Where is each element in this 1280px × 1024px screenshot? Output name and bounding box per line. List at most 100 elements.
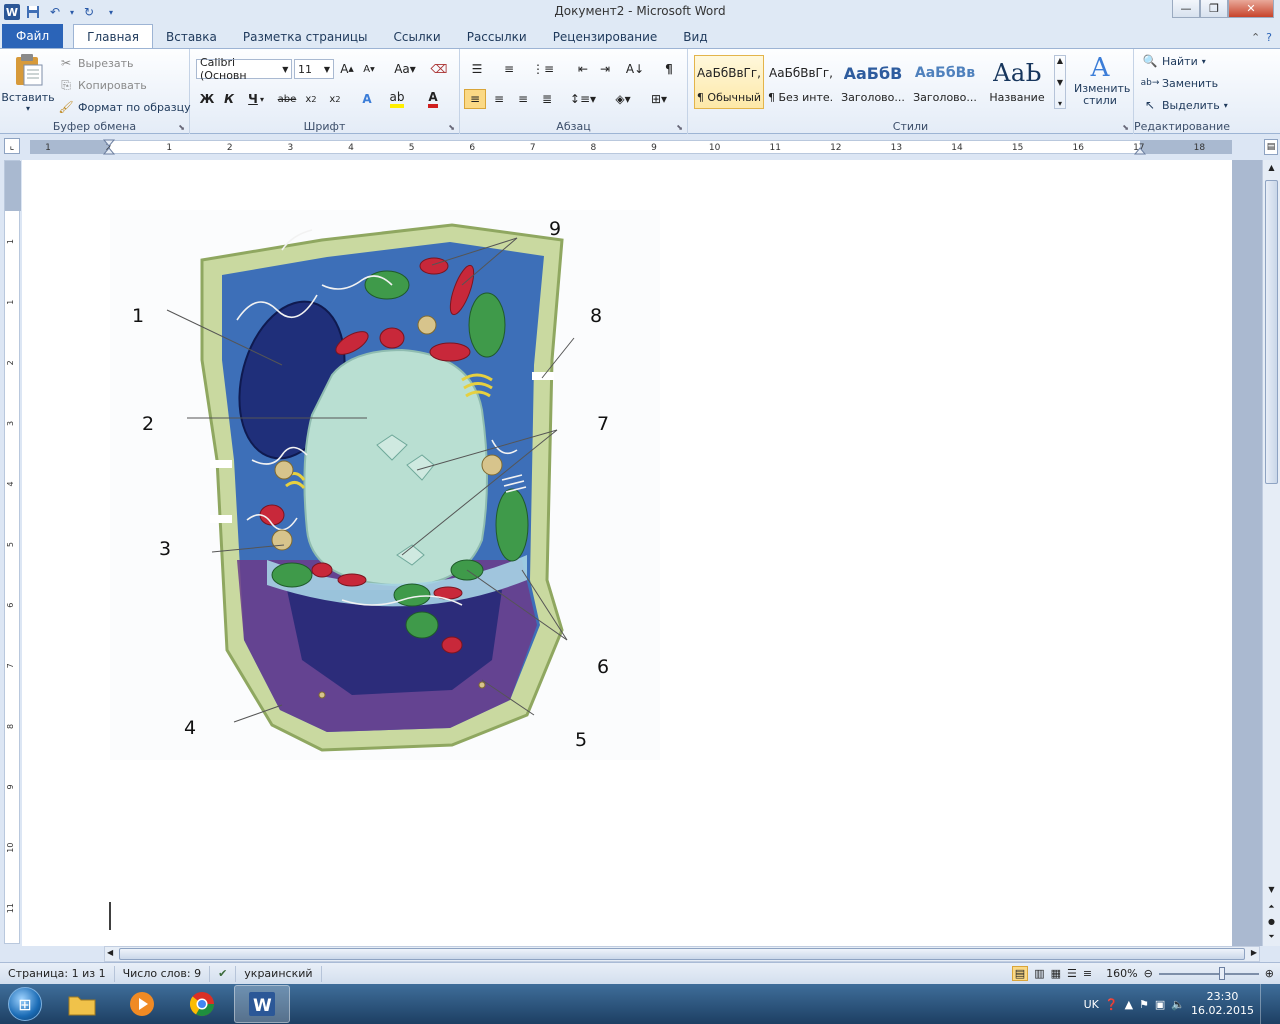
sort-icon[interactable]: A↓ bbox=[624, 59, 646, 79]
line-spacing-icon[interactable]: ↕≡▾ bbox=[568, 89, 598, 109]
tab-insert[interactable]: Вставка bbox=[153, 26, 230, 48]
page-count[interactable]: Страница: 1 из 1 bbox=[0, 965, 115, 982]
full-screen-reading-icon[interactable]: ▥ bbox=[1034, 967, 1044, 980]
scroll-thumb[interactable] bbox=[1265, 180, 1278, 484]
dialog-launcher-icon[interactable]: ⬊ bbox=[448, 123, 455, 132]
proofing-status[interactable]: ✔ bbox=[210, 965, 237, 982]
increase-indent-icon[interactable]: ⇥ bbox=[594, 59, 616, 79]
taskbar-chrome[interactable] bbox=[174, 985, 230, 1023]
text-effects-icon[interactable]: A bbox=[356, 89, 378, 109]
scroll-up-icon[interactable]: ▲ bbox=[1263, 160, 1280, 176]
word-count[interactable]: Число слов: 9 bbox=[115, 965, 211, 982]
undo-icon[interactable]: ↶ bbox=[46, 3, 64, 21]
tab-references[interactable]: Ссылки bbox=[381, 26, 454, 48]
tab-file[interactable]: Файл bbox=[2, 24, 64, 48]
scroll-right-icon[interactable]: ▶ bbox=[1251, 948, 1257, 957]
horizontal-ruler[interactable]: ⌞ 12123456789101112131415161718 ▤ bbox=[0, 135, 1280, 158]
superscript-button[interactable]: x2 bbox=[324, 89, 346, 109]
change-styles-button[interactable]: A Изменить стили bbox=[1070, 53, 1130, 107]
style-heading-1[interactable]: АаБбВ Заголово... bbox=[838, 55, 908, 109]
tab-view[interactable]: Вид bbox=[670, 26, 720, 48]
zoom-out-icon[interactable]: ⊖ bbox=[1144, 967, 1153, 980]
action-center-icon[interactable]: ⚑ bbox=[1139, 998, 1149, 1011]
style-heading-2[interactable]: АаБбВв Заголово... bbox=[910, 55, 980, 109]
tray-overflow-icon[interactable]: ▲ bbox=[1125, 998, 1133, 1011]
multilevel-list-icon[interactable]: ⋮≡ bbox=[532, 59, 554, 79]
chevron-up-icon[interactable]: ▲ bbox=[1057, 56, 1063, 65]
shrink-font-button[interactable]: A ▼ bbox=[358, 59, 380, 79]
show-desktop-button[interactable] bbox=[1260, 984, 1272, 1024]
styles-gallery-scroll[interactable]: ▲ ▼ ▾ bbox=[1054, 55, 1066, 109]
tab-home[interactable]: Главная bbox=[73, 24, 153, 48]
zoom-in-icon[interactable]: ⊕ bbox=[1265, 967, 1274, 980]
undo-dropdown-icon[interactable]: ▾ bbox=[68, 3, 76, 21]
paste-button[interactable]: Вставить ▾ bbox=[1, 53, 55, 113]
prev-page-icon[interactable]: ⏶ bbox=[1263, 902, 1280, 912]
clock[interactable]: 23:30 16.02.2015 bbox=[1191, 990, 1254, 1018]
outline-icon[interactable]: ☰ bbox=[1067, 967, 1077, 980]
start-button[interactable]: ⊞ bbox=[0, 984, 50, 1024]
horizontal-scrollbar[interactable]: ◀ ▶ bbox=[104, 946, 1260, 962]
dialog-launcher-icon[interactable]: ⬊ bbox=[1122, 123, 1129, 132]
dialog-launcher-icon[interactable]: ⬊ bbox=[676, 123, 683, 132]
numbering-icon[interactable]: ≡ bbox=[498, 59, 520, 79]
print-layout-icon[interactable]: ▤ bbox=[1011, 966, 1029, 981]
subscript-button[interactable]: x2 bbox=[300, 89, 322, 109]
chevron-down-icon[interactable]: ▼ bbox=[1057, 78, 1063, 87]
clear-formatting-icon[interactable]: ⌫ bbox=[428, 59, 450, 79]
view-ruler-icon[interactable]: ▤ bbox=[1264, 139, 1278, 155]
strikethrough-button[interactable]: abe bbox=[276, 89, 298, 109]
style-no-spacing[interactable]: АаБбВвГг, ¶ Без инте... bbox=[766, 55, 836, 109]
zoom-level[interactable]: 160% bbox=[1106, 967, 1137, 980]
font-name-select[interactable]: Calibri (Основн ▼ bbox=[196, 56, 292, 82]
style-title[interactable]: АаЬ Название bbox=[982, 55, 1052, 109]
minimize-ribbon-icon[interactable]: ⌃ bbox=[1251, 31, 1260, 44]
close-button[interactable]: ✕ bbox=[1228, 0, 1274, 18]
vertical-scrollbar[interactable]: ▲ ▼ ⏶ ● ⏷ bbox=[1262, 160, 1280, 946]
borders-icon[interactable]: ⊞▾ bbox=[644, 89, 674, 109]
word-logo-icon[interactable]: W bbox=[4, 4, 20, 20]
style-normal[interactable]: АаБбВвГг, ¶ Обычный bbox=[694, 55, 764, 109]
select-browse-object-icon[interactable]: ● bbox=[1263, 917, 1280, 926]
plant-cell-diagram[interactable]: 1 2 3 4 5 6 7 8 9 bbox=[22, 160, 1232, 946]
volume-icon[interactable]: 🔈 bbox=[1171, 998, 1185, 1011]
web-layout-icon[interactable]: ▦ bbox=[1051, 967, 1061, 980]
taskbar-explorer[interactable] bbox=[54, 985, 110, 1023]
vertical-ruler[interactable]: 1 1 2 3 4 5 6 7 8 9 10 11 bbox=[4, 160, 21, 944]
decrease-indent-icon[interactable]: ⇤ bbox=[572, 59, 594, 79]
help-tray-icon[interactable]: ❓ bbox=[1105, 998, 1119, 1011]
document-page[interactable]: 1 2 3 4 5 6 7 8 9 bbox=[22, 160, 1232, 946]
customize-qa-icon[interactable]: ▾ bbox=[102, 3, 120, 21]
grow-font-button[interactable]: A ▲ bbox=[336, 59, 358, 79]
hscroll-thumb[interactable] bbox=[119, 948, 1245, 960]
more-styles-icon[interactable]: ▾ bbox=[1058, 99, 1062, 108]
align-left-icon[interactable]: ≡ bbox=[464, 89, 486, 109]
cut-button[interactable]: ✂ Вырезать bbox=[58, 55, 134, 71]
taskbar-media-player[interactable] bbox=[114, 985, 170, 1023]
zoom-slider[interactable] bbox=[1158, 966, 1259, 980]
redo-icon[interactable]: ↻ bbox=[80, 3, 98, 21]
shading-icon[interactable]: ◈▾ bbox=[608, 89, 638, 109]
tab-mailings[interactable]: Рассылки bbox=[454, 26, 540, 48]
maximize-button[interactable]: ❐ bbox=[1200, 0, 1228, 18]
next-page-icon[interactable]: ⏷ bbox=[1263, 932, 1280, 942]
underline-dropdown-icon[interactable]: ▾ bbox=[256, 89, 268, 109]
draft-icon[interactable]: ≡ bbox=[1083, 967, 1092, 980]
dialog-launcher-icon[interactable]: ⬊ bbox=[178, 123, 185, 132]
justify-icon[interactable]: ≣ bbox=[536, 89, 558, 109]
change-case-button[interactable]: Aa▾ bbox=[390, 59, 420, 79]
align-center-icon[interactable]: ≡ bbox=[488, 89, 510, 109]
format-painter-button[interactable]: 🖌 Формат по образцу bbox=[58, 99, 190, 115]
show-marks-button[interactable]: ¶ bbox=[658, 59, 680, 79]
scroll-left-icon[interactable]: ◀ bbox=[107, 948, 113, 957]
font-size-select[interactable]: 11 ▼ bbox=[294, 59, 334, 79]
keyboard-language[interactable]: UK bbox=[1084, 998, 1099, 1011]
language-indicator[interactable]: украинский bbox=[236, 965, 322, 982]
zoom-slider-thumb[interactable] bbox=[1218, 966, 1225, 980]
select-button[interactable]: ↖ Выделить ▾ bbox=[1142, 97, 1228, 113]
bullets-icon[interactable]: ☰ bbox=[466, 59, 488, 79]
find-button[interactable]: 🔍 Найти ▾ bbox=[1142, 53, 1206, 69]
save-icon[interactable] bbox=[24, 3, 42, 21]
replace-button[interactable]: ab→ Заменить bbox=[1141, 75, 1218, 91]
copy-button[interactable]: ⎘ Копировать bbox=[58, 77, 147, 93]
